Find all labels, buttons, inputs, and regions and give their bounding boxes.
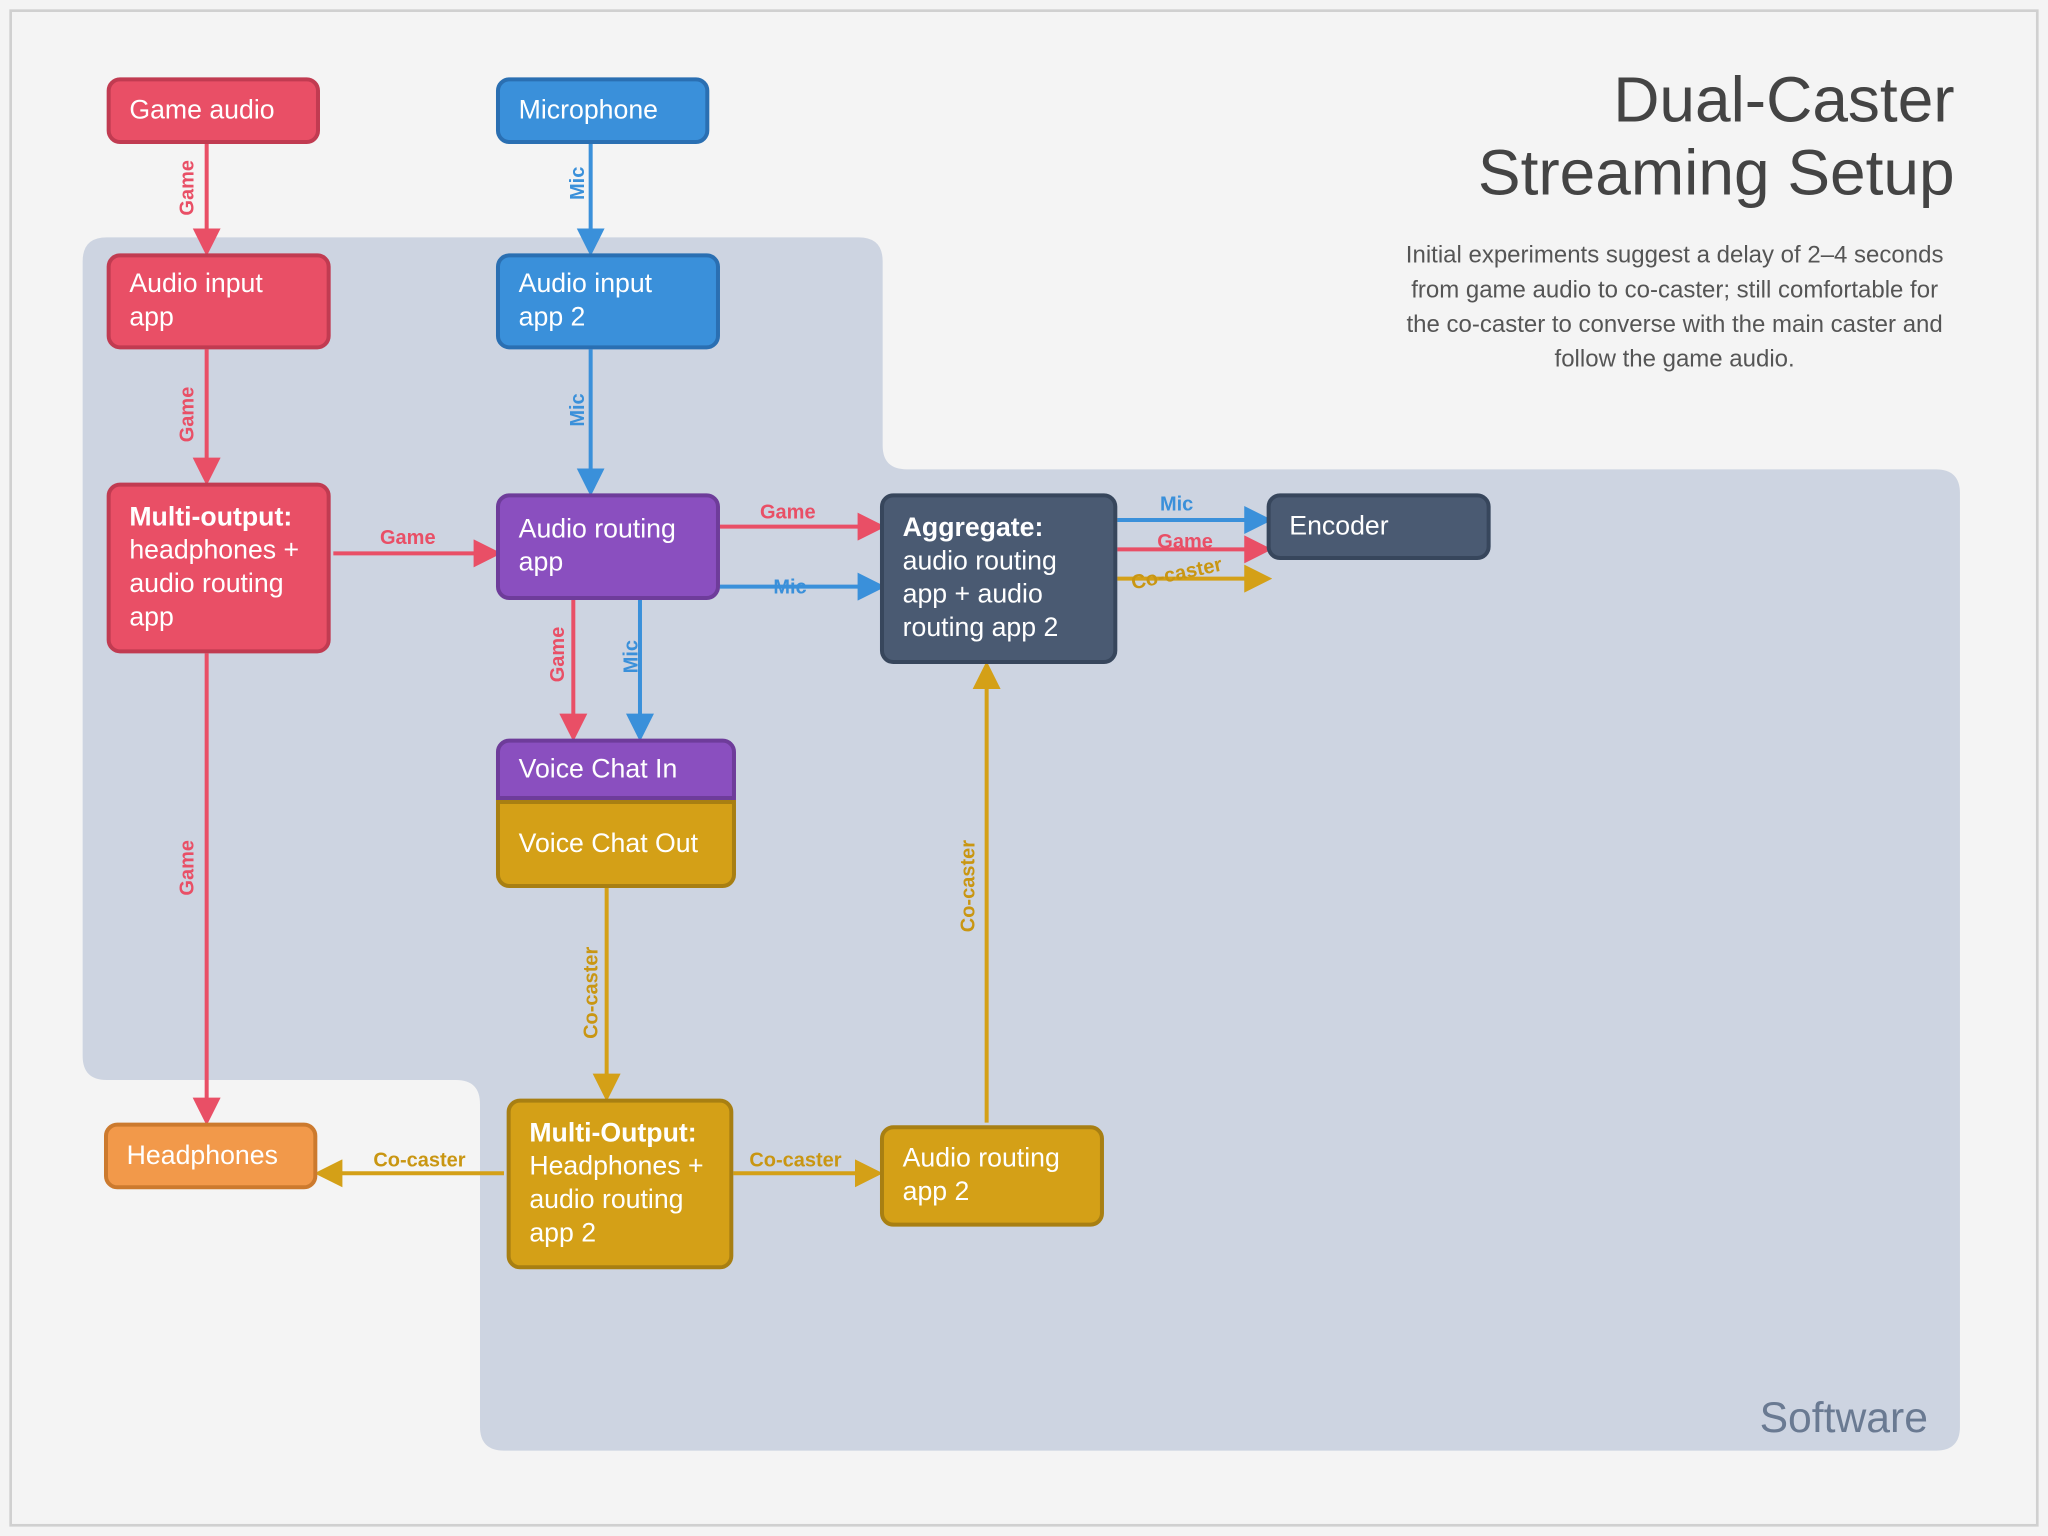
page-title: Dual-Caster Streaming Setup <box>1478 64 1955 211</box>
label-mic-1: Mic <box>567 167 590 200</box>
label-game-7: Game <box>1157 531 1213 554</box>
node-audio-input-1: Audio input app <box>107 253 331 349</box>
label-mic-4: Mic <box>620 640 643 673</box>
node-multi-output-2: Multi-Output: Headphones + audio routing… <box>507 1099 734 1270</box>
label-game-3: Game <box>380 527 436 550</box>
node-game-audio: Game audio <box>107 77 320 144</box>
node-encoder: Encoder <box>1267 493 1491 560</box>
page-subtitle: Initial experiments suggest a delay of 2… <box>1395 237 1955 376</box>
label-cocaster-3: Co-caster <box>749 1149 841 1172</box>
title-line1: Dual-Caster <box>1478 64 1955 138</box>
node-headphones: Headphones <box>104 1123 317 1190</box>
label-game-2: Game <box>176 387 199 443</box>
node-voice-chat-in: Voice Chat In <box>496 739 736 800</box>
node-aggregate: Aggregate: audio routing app + audio rou… <box>880 493 1117 664</box>
label-cocaster-4: Co-caster <box>957 840 980 932</box>
diagram-canvas <box>0 0 2048 1536</box>
label-mic-2: Mic <box>567 393 590 426</box>
label-mic-3: Mic <box>773 576 806 599</box>
label-game-4: Game <box>176 840 199 896</box>
software-label: Software <box>1760 1393 1928 1442</box>
node-microphone: Microphone <box>496 77 709 144</box>
label-cocaster-2: Co-caster <box>580 947 603 1039</box>
node-audio-routing-2: Audio routing app 2 <box>880 1125 1104 1226</box>
node-voice-chat-out: Voice Chat Out <box>496 800 736 888</box>
node-audio-routing: Audio routing app <box>496 493 720 600</box>
software-region <box>83 237 1960 1450</box>
node-multi-output-1: Multi-output: headphones + audio routing… <box>107 483 331 654</box>
node-audio-input-2: Audio input app 2 <box>496 253 720 349</box>
label-mic-5: Mic <box>1160 493 1193 516</box>
label-game-6: Game <box>547 627 570 683</box>
label-game-1: Game <box>176 160 199 216</box>
title-line2: Streaming Setup <box>1478 138 1955 212</box>
label-game-5: Game <box>760 501 816 524</box>
label-cocaster-5: Co-caster <box>373 1149 465 1172</box>
